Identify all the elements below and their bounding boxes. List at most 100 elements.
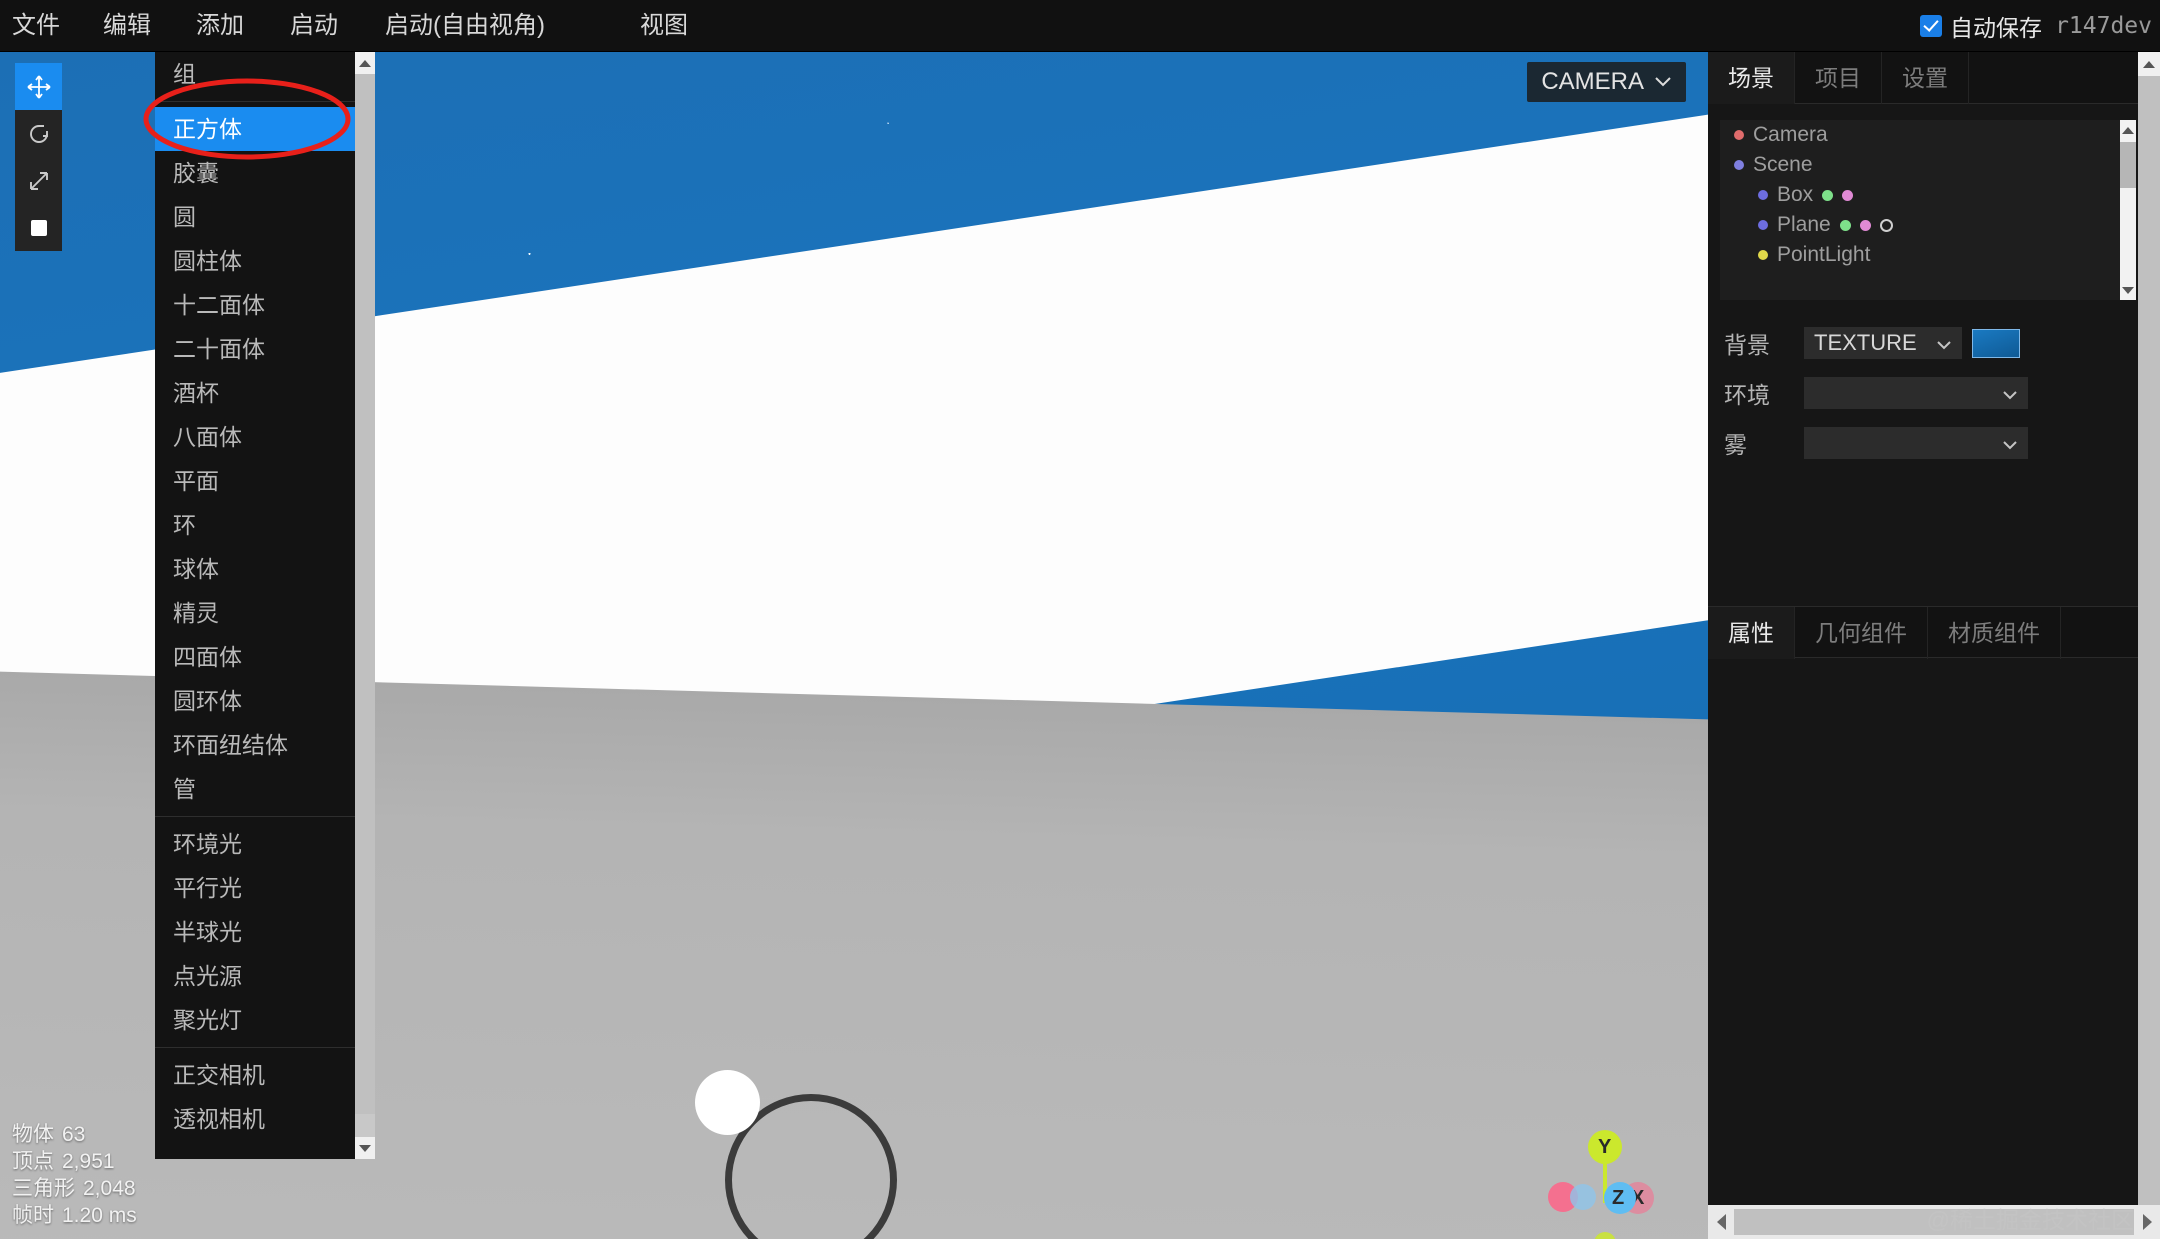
pointlight-helper-sphere[interactable] <box>695 1070 760 1135</box>
add-menu-item[interactable]: 球体 <box>155 547 355 591</box>
component-badge-icon[interactable] <box>1822 189 1834 201</box>
add-menu-item[interactable]: 精灵 <box>155 591 355 635</box>
environment-select[interactable] <box>1804 377 2028 409</box>
snap-tool-button[interactable] <box>15 204 62 251</box>
triangle-left-icon <box>1716 1214 1726 1230</box>
add-menu-scrollbar[interactable] <box>355 52 375 1159</box>
outliner-row-label: Scene <box>1753 153 1813 176</box>
menu-item-view[interactable]: 视图 <box>640 0 688 52</box>
add-menu-scroll-up[interactable] <box>355 52 375 74</box>
gizmo-axis-z-negative[interactable] <box>1570 1184 1596 1210</box>
add-menu-item[interactable]: 八面体 <box>155 415 355 459</box>
object-type-dot-icon <box>1758 250 1768 260</box>
hscroll-left[interactable] <box>1708 1205 1734 1239</box>
add-menu-item[interactable]: 二十面体 <box>155 327 355 371</box>
tab-scene[interactable]: 场景 <box>1708 52 1795 104</box>
add-menu-item[interactable]: 圆 <box>155 195 355 239</box>
add-menu-item[interactable]: 四面体 <box>155 635 355 679</box>
hscroll-right[interactable] <box>2134 1205 2160 1239</box>
outliner-row-label: Plane <box>1777 213 1831 236</box>
triangle-down-icon <box>2122 286 2134 294</box>
scene-outliner[interactable]: Camera Scene Box Plane PointLight <box>1720 120 2120 300</box>
add-menu-item[interactable]: 组 <box>155 52 355 96</box>
rotate-icon <box>29 124 48 143</box>
tab-settings[interactable]: 设置 <box>1882 52 1969 104</box>
fog-select[interactable] <box>1804 427 2028 459</box>
menu-item-edit[interactable]: 编辑 <box>103 0 151 52</box>
property-background: 背景 TEXTURE <box>1724 324 2134 362</box>
scale-tool-button[interactable] <box>15 157 62 204</box>
material-map-icon[interactable] <box>1879 218 1893 232</box>
outliner-scroll-up[interactable] <box>2120 120 2136 140</box>
add-menu-item[interactable]: 胶囊 <box>155 151 355 195</box>
background-select[interactable]: TEXTURE <box>1804 327 1962 359</box>
outliner-row[interactable]: Plane <box>1720 210 2120 240</box>
component-badge-icon[interactable] <box>1842 189 1854 201</box>
tab-material-component[interactable]: 材质组件 <box>1928 607 2061 659</box>
menu-item-play[interactable]: 启动 <box>290 0 338 52</box>
rotate-tool-button[interactable] <box>15 110 62 157</box>
tab-project[interactable]: 项目 <box>1795 52 1882 104</box>
add-menu-item[interactable]: 环 <box>155 503 355 547</box>
outliner-scrollbar[interactable] <box>2120 120 2136 300</box>
viewport-stats: 物体 63 顶点 2,951 三角形 2,048 帧时 1.20 ms <box>12 1121 137 1229</box>
outliner-scroll-down[interactable] <box>2120 280 2136 300</box>
stat-key-frametime: 帧时 <box>12 1204 54 1227</box>
tab-properties[interactable]: 属性 <box>1708 607 1795 659</box>
chevron-down-icon <box>2002 380 2018 406</box>
triangle-up-icon <box>2143 60 2155 68</box>
camera-selector-label: CAMERA <box>1541 68 1644 95</box>
add-menu-item[interactable]: 正交相机 <box>155 1053 355 1097</box>
add-menu-scroll-down[interactable] <box>355 1137 375 1159</box>
panel-scroll-thumb[interactable] <box>2138 76 2160 1216</box>
outliner-row[interactable]: Camera <box>1720 120 2120 150</box>
add-dropdown-menu: 组正方体 胶囊圆圆柱体 十二面体 二十面体 酒杯 八面体 平面环球体 精灵 四面体 圆环体 环面纽结… <box>155 52 355 1159</box>
component-badge-icon[interactable] <box>1859 219 1871 231</box>
right-panel-horizontal-scrollbar[interactable] <box>1708 1205 2160 1239</box>
add-menu-item[interactable]: 点光源 <box>155 954 355 998</box>
chevron-down-icon <box>1936 330 1952 356</box>
hscroll-thumb[interactable] <box>1734 1209 2134 1235</box>
stat-value-frametime: 1.20 ms <box>62 1204 137 1227</box>
add-menu-scroll-thumb[interactable] <box>355 74 375 1114</box>
add-menu-item[interactable]: 聚光灯 <box>155 998 355 1042</box>
gizmo-axis-y-negative[interactable] <box>1594 1232 1616 1239</box>
add-menu-item[interactable]: 环面纽结体 <box>155 723 355 767</box>
axis-gizmo[interactable]: Y X Z <box>1548 1130 1668 1239</box>
add-menu-item[interactable]: 半球光 <box>155 910 355 954</box>
add-menu-item[interactable]: 圆环体 <box>155 679 355 723</box>
outliner-row[interactable]: Box <box>1720 180 2120 210</box>
outliner-row[interactable]: PointLight <box>1720 240 2120 270</box>
outliner-row[interactable]: Scene <box>1720 150 2120 180</box>
add-menu-item[interactable]: 环境光 <box>155 822 355 866</box>
autosave-toggle[interactable]: 自动保存 <box>1920 0 2042 52</box>
add-menu-item[interactable]: 圆柱体 <box>155 239 355 283</box>
tab-geometry-component[interactable]: 几何组件 <box>1795 607 1928 659</box>
stat-value-vertices: 2,951 <box>62 1150 115 1173</box>
autosave-checkbox[interactable] <box>1920 15 1942 37</box>
add-menu-item[interactable]: 正方体 <box>155 107 355 151</box>
menu-separator <box>155 1047 355 1048</box>
add-menu-item[interactable]: 平面 <box>155 459 355 503</box>
fog-label: 雾 <box>1724 432 1747 458</box>
panel-scroll-up[interactable] <box>2138 52 2160 76</box>
outliner-scroll-thumb[interactable] <box>2120 142 2136 188</box>
add-menu-item[interactable]: 平行光 <box>155 866 355 910</box>
add-menu-item[interactable]: 管 <box>155 767 355 811</box>
version-label: r147dev <box>2055 13 2152 39</box>
chevron-down-icon <box>1655 77 1671 87</box>
outliner-row-label: PointLight <box>1777 243 1871 266</box>
environment-label: 环境 <box>1724 382 1770 408</box>
background-value: TEXTURE <box>1814 330 1917 355</box>
translate-tool-button[interactable] <box>15 63 62 110</box>
background-texture-swatch[interactable] <box>1972 328 2020 358</box>
add-menu-item[interactable]: 透视相机 <box>155 1097 355 1141</box>
add-menu-item[interactable]: 十二面体 <box>155 283 355 327</box>
menu-item-play-free[interactable]: 启动(自由视角) <box>385 0 545 52</box>
component-badge-icon[interactable] <box>1839 219 1851 231</box>
camera-selector[interactable]: CAMERA <box>1527 62 1686 102</box>
right-panel-scrollbar[interactable] <box>2138 52 2160 1239</box>
menu-item-add[interactable]: 添加 <box>196 0 244 52</box>
menu-item-file[interactable]: 文件 <box>12 0 60 52</box>
add-menu-item[interactable]: 酒杯 <box>155 371 355 415</box>
